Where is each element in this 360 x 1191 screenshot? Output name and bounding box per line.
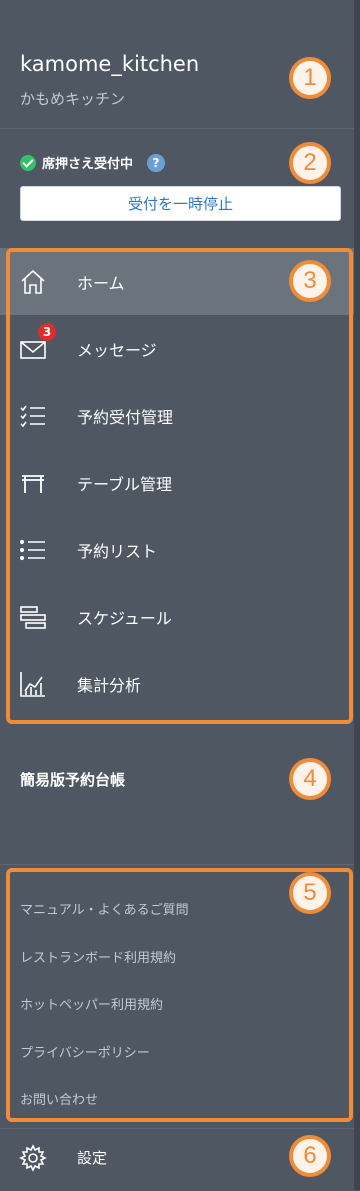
annotation-marker-1: 1 <box>289 57 331 99</box>
pause-reception-button[interactable]: 受付を一時停止 <box>20 186 341 221</box>
gear-icon <box>19 1144 47 1172</box>
nav-label: 集計分析 <box>77 675 142 695</box>
status-line: 席押さえ受付中 ? <box>20 153 166 172</box>
nav-label: メッセージ <box>77 340 157 360</box>
home-icon <box>21 269 45 294</box>
nav-item-messages[interactable]: 3 メッセージ <box>0 315 354 382</box>
account-id: kamome_kitchen <box>20 52 200 76</box>
nav-item-analytics[interactable]: 集計分析 <box>0 650 354 717</box>
settings-label: 設定 <box>77 1149 108 1167</box>
annotation-marker-2: 2 <box>289 142 331 184</box>
nav-label: スケジュール <box>77 608 172 628</box>
faq-link[interactable]: マニュアル・よくあるご質問 <box>20 899 189 918</box>
nav-item-table-management[interactable]: テーブル管理 <box>0 449 354 516</box>
unread-badge: 3 <box>38 323 56 341</box>
nav-label: ホーム <box>77 273 125 293</box>
main-nav: ホーム 3 メッセージ 予約受付管理 テーブル管理 予約リスト スケジュール 集… <box>0 248 354 717</box>
checklist-icon <box>20 405 45 427</box>
nav-item-schedule[interactable]: スケジュール <box>0 583 354 650</box>
side-menu: kamome_kitchen かもめキッチン 席押さえ受付中 ? 受付を一時停止… <box>0 0 360 1190</box>
nav-item-reservation-list[interactable]: 予約リスト <box>0 516 354 583</box>
contact-link[interactable]: お問い合わせ <box>20 1089 98 1108</box>
annotation-marker-3: 3 <box>289 260 331 302</box>
status-text: 席押さえ受付中 <box>42 157 134 172</box>
privacy-policy-link[interactable]: プライバシーポリシー <box>20 1042 150 1061</box>
hotpepper-terms-link[interactable]: ホットペッパー利用規約 <box>20 994 163 1013</box>
check-icon <box>20 154 36 171</box>
analytics-icon <box>20 671 45 697</box>
simple-ledger-link[interactable]: 簡易版予約台帳 <box>20 769 125 790</box>
nav-label: 予約受付管理 <box>77 407 174 427</box>
restaurant-board-terms-link[interactable]: レストランボード利用規約 <box>20 947 176 966</box>
annotation-marker-6: 6 <box>289 1135 331 1177</box>
shop-name: かもめキッチン <box>20 90 126 108</box>
scrollbar[interactable] <box>354 0 360 1190</box>
table-icon <box>22 474 44 493</box>
annotation-marker-5: 5 <box>289 872 331 914</box>
annotation-marker-4: 4 <box>289 758 331 800</box>
help-icon[interactable]: ? <box>147 153 166 172</box>
nav-item-reservation-management[interactable]: 予約受付管理 <box>0 382 354 449</box>
nav-label: テーブル管理 <box>77 474 173 494</box>
list-icon <box>19 539 45 560</box>
nav-label: 予約リスト <box>77 541 158 561</box>
schedule-icon <box>20 605 46 629</box>
